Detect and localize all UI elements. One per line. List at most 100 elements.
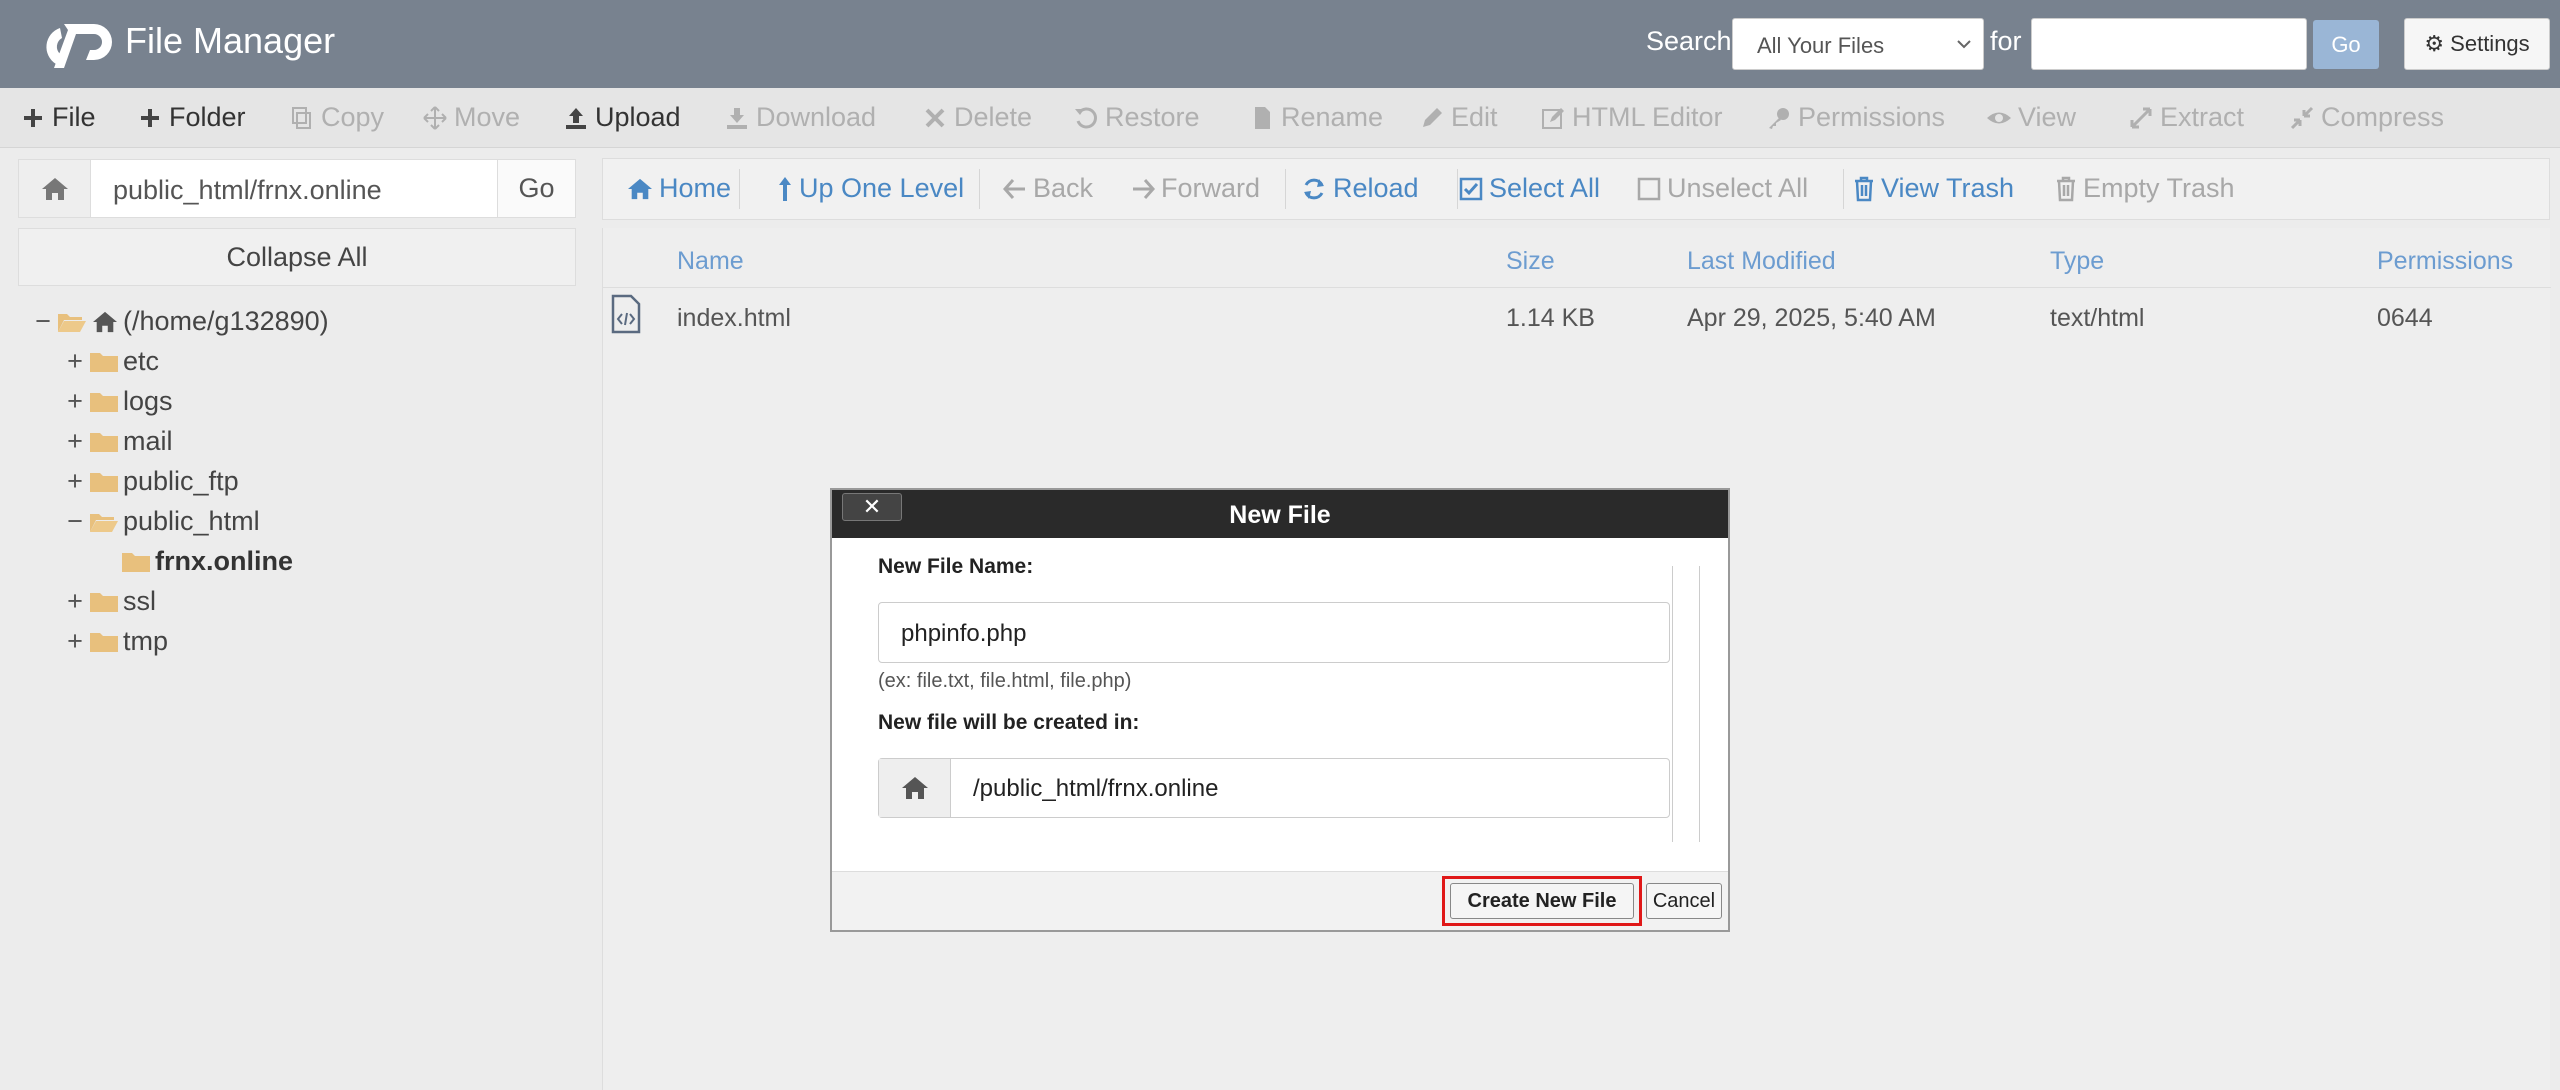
create-new-file-button[interactable]: Create New File — [1450, 883, 1634, 919]
path-input[interactable]: public_html/frnx.online — [113, 175, 382, 206]
tree-toggle[interactable]: − — [65, 506, 85, 537]
search-go-button[interactable]: Go — [2313, 20, 2379, 69]
tree-item-frnx-online[interactable]: frnx.online — [121, 546, 293, 577]
tree-toggle[interactable]: + — [65, 386, 85, 417]
move-icon — [423, 105, 447, 130]
toolbar-copy-button[interactable]: Copy — [289, 102, 384, 133]
nav-back-button[interactable]: Back — [1003, 173, 1093, 204]
dialog-scrollbar[interactable] — [1672, 566, 1700, 842]
cancel-button[interactable]: Cancel — [1646, 883, 1722, 919]
column-header-last-modified[interactable]: Last Modified — [1687, 247, 1836, 276]
collapse-all-button[interactable]: Collapse All — [18, 228, 576, 286]
toolbar-html-editor-button[interactable]: HTML Editor — [1540, 102, 1723, 133]
checkbox-checked-icon — [1459, 177, 1483, 200]
tree-label: logs — [123, 386, 173, 416]
nav-forward-button[interactable]: Forward — [1131, 173, 1260, 204]
folder-icon — [90, 472, 118, 492]
pencil-icon — [1423, 107, 1442, 127]
column-header-type[interactable]: Type — [2050, 247, 2104, 276]
nav-label: Up One Level — [799, 173, 965, 203]
file-name-cell[interactable]: index.html — [677, 304, 791, 333]
gear-icon: ⚙ — [2424, 31, 2445, 56]
tree-item-etc[interactable]: + etc — [65, 346, 159, 377]
toolbar-label: Move — [454, 102, 521, 132]
nav-label: Home — [659, 173, 732, 203]
toolbar-edit-button[interactable]: Edit — [1419, 102, 1498, 133]
search-scope-select[interactable]: All Your Files — [1732, 18, 1984, 70]
nav-unselect-all-button[interactable]: Unselect All — [1637, 173, 1808, 204]
path-go-button[interactable]: Go — [497, 160, 575, 217]
column-header-name[interactable]: Name — [677, 247, 744, 276]
tree-label: tmp — [123, 626, 169, 656]
nav-reload-button[interactable]: Reload — [1301, 173, 1419, 204]
settings-button[interactable]: ⚙ Settings — [2404, 18, 2550, 70]
nav-label: Reload — [1333, 173, 1419, 203]
toolbar-label: Delete — [954, 102, 1033, 132]
html-editor-icon — [1542, 107, 1564, 129]
header-bar: File Manager Search All Your Files for G… — [0, 0, 2560, 88]
toolbar-label: File — [52, 102, 96, 132]
toolbar-label: Compress — [2321, 102, 2445, 132]
toolbar-download-button[interactable]: Download — [724, 102, 876, 133]
column-header-permissions[interactable]: Permissions — [2377, 247, 2513, 276]
tree-label: ssl — [123, 586, 156, 616]
target-directory-field[interactable]: /public_html/frnx.online — [878, 758, 1670, 818]
home-icon — [93, 311, 117, 332]
column-header-size[interactable]: Size — [1506, 247, 1555, 276]
nav-divider — [1457, 169, 1458, 209]
navigation-bar: Home Up One Level Back Forward Reload Se… — [602, 158, 2550, 220]
target-directory-value[interactable]: /public_html/frnx.online — [973, 775, 1218, 803]
toolbar-upload-button[interactable]: Upload — [563, 102, 681, 133]
toolbar-permissions-button[interactable]: Permissions — [1766, 102, 1945, 133]
file-size-cell: 1.14 KB — [1506, 304, 1595, 332]
toolbar-label: Upload — [595, 102, 681, 132]
tree-toggle[interactable]: + — [65, 466, 85, 497]
settings-label: Settings — [2450, 31, 2530, 56]
tree-label: etc — [123, 346, 160, 376]
tree-item-public-ftp[interactable]: + public_ftp — [65, 466, 238, 497]
tree-label: (/home/g132890) — [123, 306, 329, 336]
search-input[interactable] — [2031, 18, 2307, 70]
toolbar-label: View — [2018, 102, 2077, 132]
folder-icon — [90, 592, 118, 612]
nav-home-button[interactable]: Home — [627, 173, 731, 204]
toolbar-view-button[interactable]: View — [1986, 102, 2076, 133]
tree-item-mail[interactable]: + mail — [65, 426, 172, 457]
toolbar-compress-button[interactable]: Compress — [2289, 102, 2444, 133]
new-file-name-input[interactable]: phpinfo.php — [878, 602, 1670, 663]
toolbar-label: Restore — [1105, 102, 1200, 132]
toolbar-folder-button[interactable]: Folder — [137, 102, 246, 133]
home-icon — [41, 177, 68, 200]
toolbar-label: Copy — [321, 102, 385, 132]
folder-icon — [90, 432, 118, 452]
tree-item-ssl[interactable]: + ssl — [65, 586, 156, 617]
tree-item-public-html[interactable]: − public_html — [65, 506, 259, 537]
for-label: for — [1990, 26, 2022, 56]
nav-up-one-level-button[interactable]: Up One Level — [777, 173, 964, 204]
tree-toggle[interactable]: + — [65, 586, 85, 617]
close-icon[interactable]: ✕ — [842, 493, 902, 521]
toolbar-delete-button[interactable]: Delete — [922, 102, 1032, 133]
tree-toggle[interactable]: − — [33, 306, 53, 337]
toolbar-file-button[interactable]: File — [20, 102, 96, 133]
tree-toggle[interactable]: + — [65, 426, 85, 457]
tree-toggle[interactable]: + — [65, 626, 85, 657]
tree-item-logs[interactable]: + logs — [65, 386, 173, 417]
nav-view-trash-button[interactable]: View Trash — [1853, 173, 2014, 204]
nav-empty-trash-button[interactable]: Empty Trash — [2055, 173, 2235, 204]
toolbar-move-button[interactable]: Move — [422, 102, 520, 133]
extract-icon — [2130, 107, 2152, 128]
path-home-button[interactable] — [19, 160, 91, 217]
nav-select-all-button[interactable]: Select All — [1459, 173, 1600, 204]
tree-item-tmp[interactable]: + tmp — [65, 626, 168, 657]
folder-icon — [90, 392, 118, 412]
nav-label: Forward — [1161, 173, 1261, 203]
toolbar-restore-button[interactable]: Restore — [1073, 102, 1200, 133]
path-bar: public_html/frnx.online Go — [18, 159, 576, 218]
tree-item-home[interactable]: − (/home/g132890) — [33, 306, 329, 337]
folder-open-icon — [58, 313, 86, 332]
key-icon — [1769, 107, 1789, 129]
tree-toggle[interactable]: + — [65, 346, 85, 377]
toolbar-rename-button[interactable]: Rename — [1249, 102, 1383, 133]
toolbar-extract-button[interactable]: Extract — [2128, 102, 2244, 133]
